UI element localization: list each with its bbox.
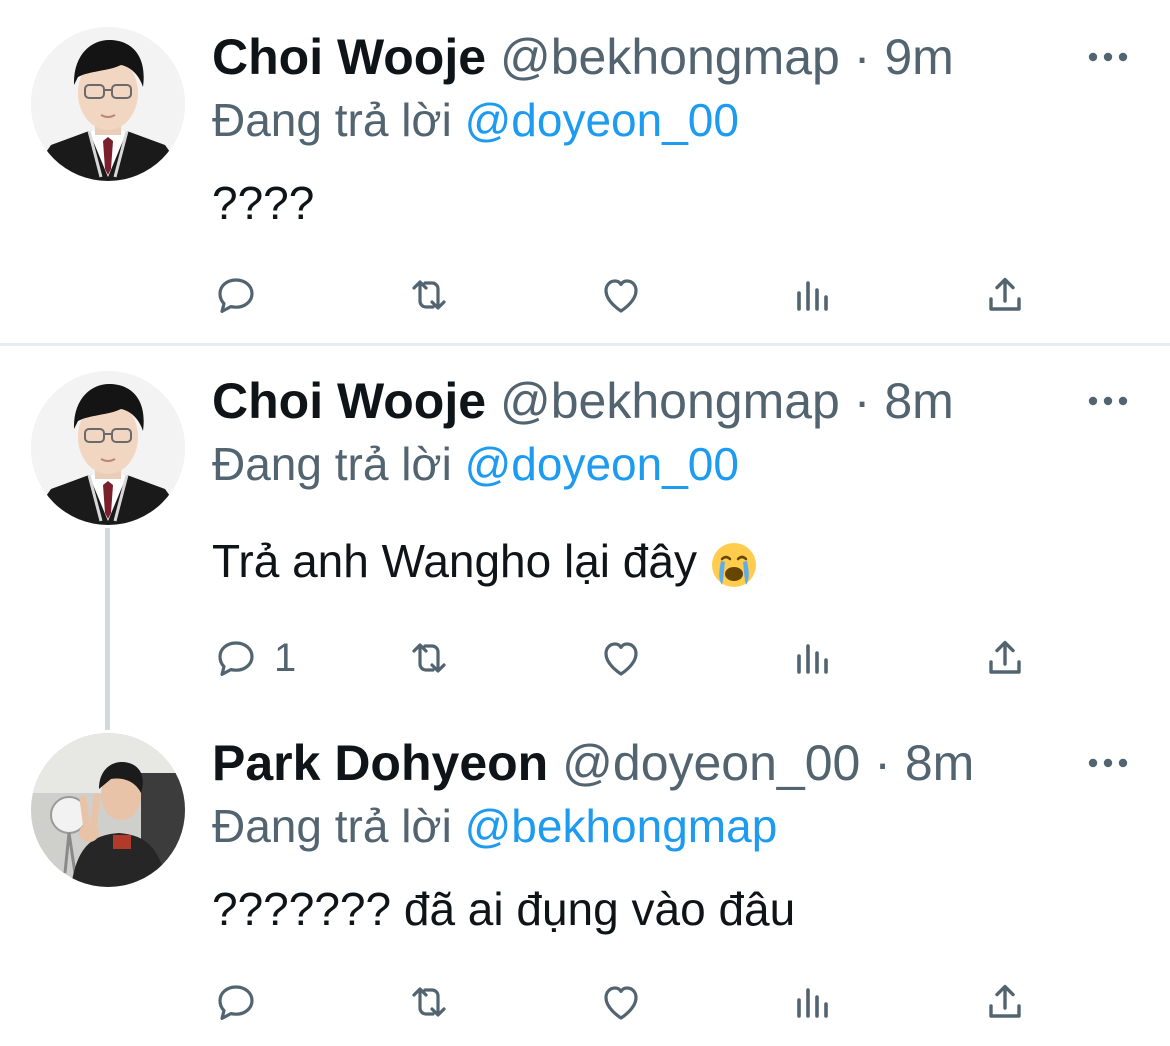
retweet-button[interactable] [405, 630, 453, 686]
tweet-text-row: Trả anh Wangho lại đây [212, 533, 758, 589]
mention-link[interactable]: @bekhongmap [465, 800, 778, 852]
tweet-text: Trả anh Wangho lại đây [212, 535, 697, 587]
separator-dot: · [853, 373, 871, 429]
user-handle[interactable]: @bekhongmap [500, 373, 840, 429]
tweet-header: Park Dohyeon @doyeon_00 · 8m [212, 733, 974, 793]
replying-to: Đang trả lời @doyeon_00 [212, 92, 739, 148]
like-icon [597, 634, 645, 682]
avatar-image [31, 733, 185, 887]
like-button[interactable] [597, 630, 645, 686]
tweet-header: Choi Wooje @bekhongmap · 8m [212, 371, 954, 431]
user-handle[interactable]: @doyeon_00 [562, 735, 860, 791]
more-icon[interactable] [1086, 47, 1130, 67]
share-button[interactable] [981, 630, 1029, 686]
replying-to: Đang trả lời @bekhongmap [212, 798, 777, 854]
action-bar [212, 974, 1052, 1030]
views-icon [789, 978, 837, 1026]
share-button[interactable] [981, 267, 1029, 323]
views-icon [789, 634, 837, 682]
replying-to-label: Đang trả lời [212, 800, 452, 852]
timestamp[interactable]: 8m [884, 373, 953, 429]
avatar[interactable] [31, 27, 185, 181]
mention-link[interactable]: @doyeon_00 [465, 438, 739, 490]
reply-icon [212, 271, 260, 319]
display-name[interactable]: Choi Wooje [212, 29, 486, 85]
mention-link[interactable]: @doyeon_00 [465, 94, 739, 146]
tweet-text: ??????? đã ai đụng vào đâu [212, 883, 796, 935]
avatar-image [31, 27, 185, 181]
loudly-crying-face-icon [710, 541, 758, 589]
retweet-icon [405, 634, 453, 682]
reply-button[interactable] [212, 974, 274, 1030]
reply-icon [212, 978, 260, 1026]
avatar[interactable] [31, 733, 185, 887]
retweet-button[interactable] [405, 267, 453, 323]
separator-dot: · [874, 735, 891, 791]
display-name[interactable]: Choi Wooje [212, 373, 486, 429]
views-button[interactable] [789, 267, 837, 323]
avatar-image [31, 371, 185, 525]
user-handle[interactable]: @bekhongmap [500, 29, 840, 85]
like-button[interactable] [597, 267, 645, 323]
reply-button[interactable] [212, 267, 274, 323]
retweet-icon [405, 271, 453, 319]
display-name[interactable]: Park Dohyeon [212, 735, 548, 791]
timestamp[interactable]: 9m [884, 29, 953, 85]
retweet-button[interactable] [405, 974, 453, 1030]
tweet-header: Choi Wooje @bekhongmap · 9m [212, 27, 954, 87]
share-icon [981, 978, 1029, 1026]
like-icon [597, 978, 645, 1026]
views-icon [789, 271, 837, 319]
tweet-2[interactable]: Choi Wooje @bekhongmap · 8m Đang trả lời… [0, 346, 1170, 730]
tweet-1[interactable]: Choi Wooje @bekhongmap · 9m Đang trả lời… [0, 0, 1170, 343]
like-button[interactable] [597, 974, 645, 1030]
share-icon [981, 271, 1029, 319]
separator-dot: · [853, 29, 871, 85]
replying-to-label: Đang trả lời [212, 438, 452, 490]
views-button[interactable] [789, 630, 837, 686]
avatar[interactable] [31, 371, 185, 525]
action-bar [212, 267, 1052, 323]
replying-to-label: Đang trả lời [212, 94, 452, 146]
reply-button[interactable]: 1 [212, 630, 296, 686]
tweet-text: ???? [212, 177, 315, 229]
tweet-3[interactable]: Park Dohyeon @doyeon_00 · 8m Đang trả lờ… [0, 730, 1170, 1046]
like-icon [597, 271, 645, 319]
more-icon[interactable] [1086, 753, 1130, 773]
replying-to: Đang trả lời @doyeon_00 [212, 436, 739, 492]
thread-connector-line [105, 528, 110, 730]
views-button[interactable] [789, 974, 837, 1030]
retweet-icon [405, 978, 453, 1026]
share-button[interactable] [981, 974, 1029, 1030]
reply-count: 1 [274, 635, 297, 680]
more-icon[interactable] [1086, 391, 1130, 411]
timestamp[interactable]: 8m [905, 735, 974, 791]
reply-icon [212, 634, 260, 682]
action-bar: 1 [212, 630, 1052, 686]
share-icon [981, 634, 1029, 682]
